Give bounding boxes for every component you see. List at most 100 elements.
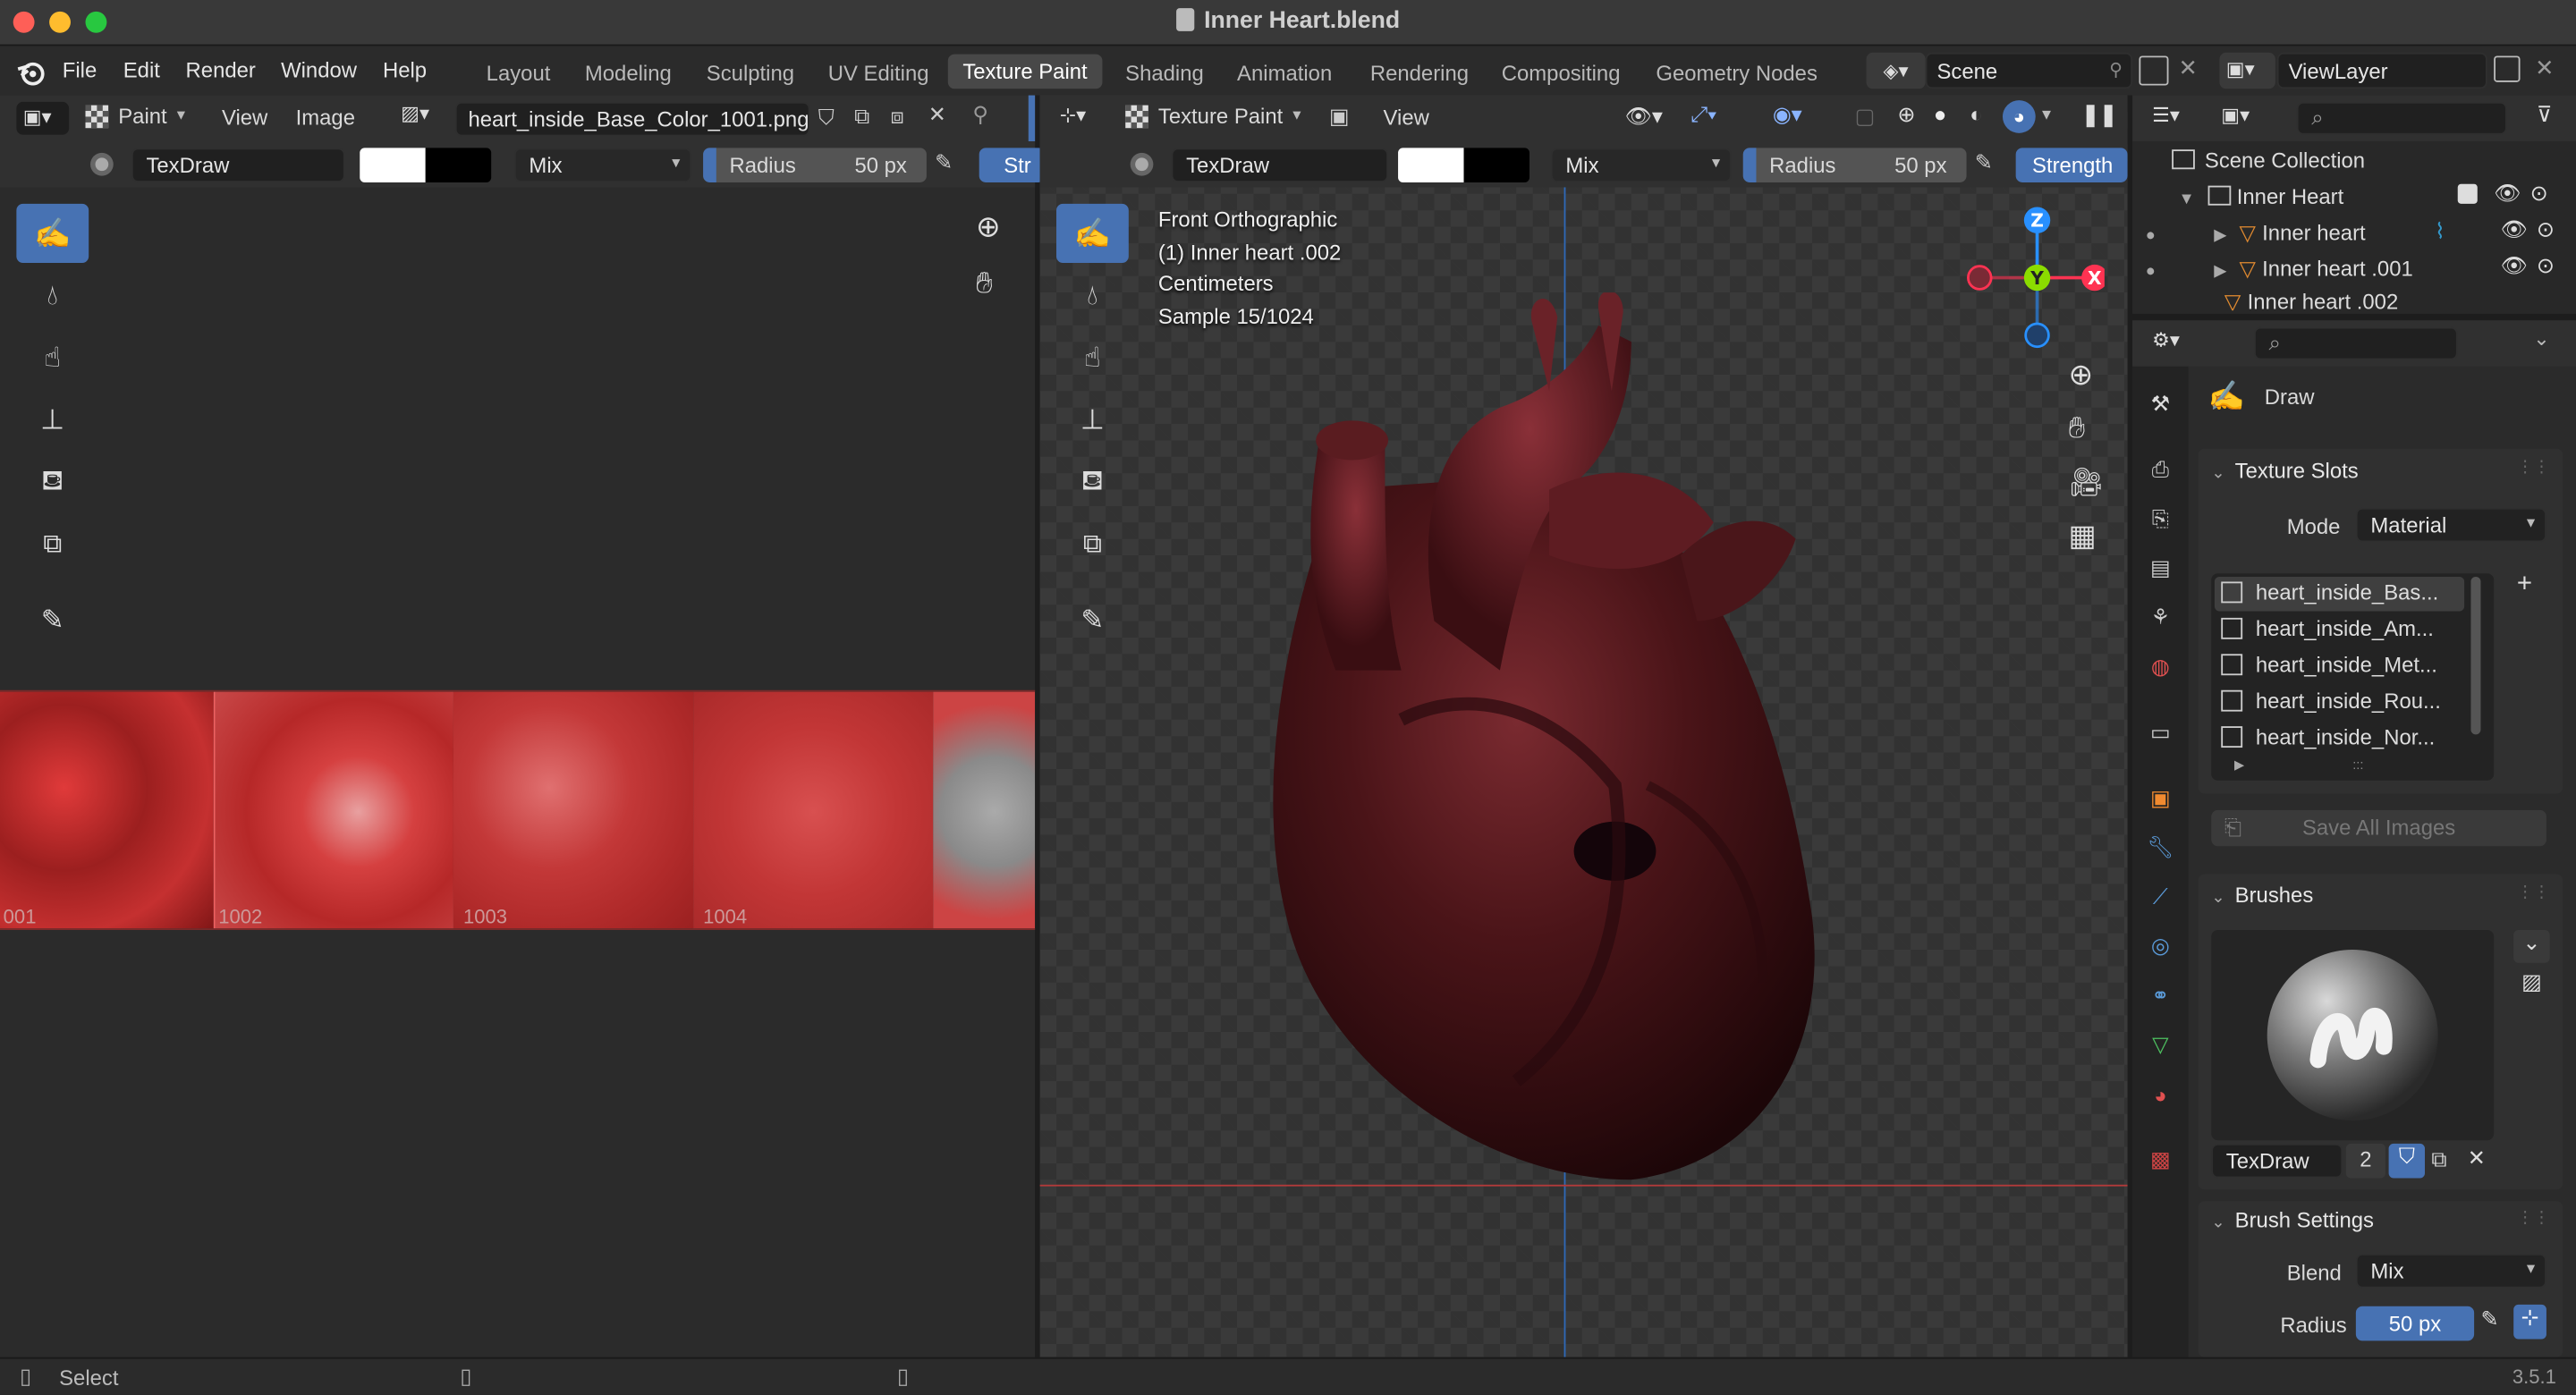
- output-tab-icon[interactable]: ⎘: [2146, 504, 2175, 534]
- ortho-grid-icon[interactable]: ▦: [2068, 520, 2096, 554]
- menu-render[interactable]: Render: [186, 57, 256, 82]
- tab-modeling[interactable]: Modeling: [585, 61, 672, 86]
- outliner-item-inner-heart-001[interactable]: ● ▶ ▽ Inner heart .001 👁︎ ⊙: [2146, 253, 2573, 283]
- tab-animation[interactable]: Animation: [1237, 61, 1332, 86]
- menu-file[interactable]: File: [63, 57, 97, 82]
- texture-slot-item[interactable]: heart_inside_Nor...: [2215, 722, 2442, 757]
- brushes-header[interactable]: ⌄ Brushes: [2211, 883, 2313, 908]
- rendered-shading-icon[interactable]: ◕: [2002, 100, 2036, 133]
- display-mode-button[interactable]: ▣▾: [2221, 104, 2250, 127]
- tab-texture-paint[interactable]: Texture Paint: [947, 54, 1103, 89]
- menu-edit[interactable]: Edit: [123, 57, 160, 82]
- duplicate-brush-icon[interactable]: ⧉: [2431, 1147, 2446, 1173]
- view-layer-name-field[interactable]: ViewLayer: [2276, 52, 2487, 89]
- outliner-item-inner-heart[interactable]: ● ▶ ▽ Inner heart ⌇ 👁︎ ⊙: [2146, 217, 2573, 246]
- blender-logo-icon[interactable]: [16, 59, 46, 90]
- menu-view[interactable]: View: [222, 106, 267, 131]
- brush-user-count[interactable]: 2: [2345, 1143, 2385, 1179]
- menu-view[interactable]: View: [1384, 106, 1429, 131]
- render-tab-icon[interactable]: ⎙: [2146, 455, 2175, 485]
- radius-slider[interactable]: Radius 50 px: [1742, 148, 1967, 182]
- texture-slot-item[interactable]: heart_inside_Am...: [2215, 613, 2440, 647]
- pin-image-icon[interactable]: ⚲: [972, 102, 988, 128]
- editor-type-button[interactable]: ▣▾: [16, 101, 70, 135]
- particles-tab-icon[interactable]: ⟋: [2146, 883, 2175, 912]
- camera-icon[interactable]: ⊙: [2537, 217, 2555, 243]
- browse-image-button[interactable]: ▨▾: [401, 102, 450, 135]
- tab-layout[interactable]: Layout: [487, 61, 551, 86]
- outliner-item-inner-heart-002[interactable]: ▽ Inner heart .002: [2146, 289, 2573, 310]
- menu-image[interactable]: Image: [296, 106, 355, 131]
- eye-icon[interactable]: 👁︎: [2494, 181, 2521, 207]
- mask-tool-button[interactable]: ⧉: [16, 516, 89, 575]
- brush-icon[interactable]: [1125, 148, 1165, 181]
- menu-help[interactable]: Help: [383, 57, 427, 82]
- drag-handle-icon[interactable]: ⋮⋮: [2517, 884, 2550, 902]
- data-tab-icon[interactable]: ▽: [2146, 1030, 2175, 1060]
- scene-collection-row[interactable]: Scene Collection: [2172, 148, 2365, 173]
- modifier-tab-icon[interactable]: 🔧︎: [2146, 833, 2175, 863]
- overlays-icon[interactable]: ◉▾: [1773, 102, 1802, 128]
- material-tab-icon[interactable]: ◕: [2146, 1079, 2175, 1109]
- image-name-field[interactable]: heart_inside_Base_Color_1001.png: [454, 101, 810, 137]
- filter-icon[interactable]: ⊽: [2537, 102, 2552, 128]
- navigation-gizmo[interactable]: Z Y X: [1963, 204, 2105, 351]
- chevron-down-icon[interactable]: ⌄: [2533, 327, 2549, 351]
- delete-scene-icon[interactable]: ✕: [2179, 55, 2199, 82]
- udim-tiles[interactable]: 001 1002 1003 1004: [0, 689, 1036, 930]
- drag-handle-icon[interactable]: ⋮⋮: [2517, 1209, 2550, 1227]
- camera-icon[interactable]: ⊙: [2537, 253, 2555, 279]
- slot-list-scrollbar[interactable]: [2470, 576, 2481, 735]
- drag-handle-icon[interactable]: ⋮⋮: [2517, 459, 2550, 477]
- delete-view-layer-icon[interactable]: ✕: [2535, 55, 2555, 82]
- texture-tab-icon[interactable]: ▩: [2146, 1146, 2175, 1175]
- blend-mode-dropdown[interactable]: Mix ▾: [513, 148, 692, 182]
- paint-mode-dropdown[interactable]: Paint ▾: [85, 104, 185, 128]
- draw-tool-button[interactable]: ✍: [16, 203, 89, 263]
- constraints-tab-icon[interactable]: ⚭: [2146, 981, 2175, 1010]
- tool-tab-icon[interactable]: ⚒: [2146, 389, 2175, 418]
- new-scene-icon[interactable]: [2139, 55, 2169, 86]
- primary-color-swatch[interactable]: [360, 148, 426, 182]
- object-tab-icon[interactable]: ▣: [2146, 783, 2175, 813]
- brush-name-field[interactable]: TexDraw: [1171, 148, 1389, 182]
- editor-type-button[interactable]: ⊹▾: [1060, 104, 1087, 127]
- physics-tab-icon[interactable]: ◎: [2146, 932, 2175, 961]
- tab-rendering[interactable]: Rendering: [1370, 61, 1469, 86]
- strength-slider[interactable]: Strength: [2015, 148, 2128, 182]
- clone-tool-button[interactable]: ⊥: [1056, 391, 1129, 450]
- wireframe-shading-icon[interactable]: ⊕: [1897, 102, 1915, 128]
- new-view-layer-icon[interactable]: [2494, 55, 2521, 82]
- clone-tool-button[interactable]: ⊥: [16, 391, 89, 450]
- editor-type-button[interactable]: ⚙▾: [2152, 328, 2180, 351]
- pressure-pen-icon[interactable]: ✎: [2480, 1306, 2498, 1332]
- strength-slider[interactable]: Str: [979, 148, 1046, 182]
- texture-slot-item[interactable]: heart_inside_Rou...: [2215, 685, 2447, 720]
- expand-arrow-icon[interactable]: ▶: [2234, 757, 2244, 773]
- texture-slot-item[interactable]: heart_inside_Bas...: [2214, 576, 2465, 612]
- brush-name-field[interactable]: TexDraw: [131, 148, 345, 182]
- view-layer-selector-button[interactable]: ▣▾: [2219, 52, 2275, 89]
- secondary-color-swatch[interactable]: [425, 148, 492, 182]
- brush-list-dropdown[interactable]: ⌄: [2513, 929, 2550, 963]
- material-shading-icon[interactable]: ◐: [1970, 102, 1982, 127]
- world-tab-icon[interactable]: ◍: [2146, 652, 2175, 681]
- save-all-images-button[interactable]: ⎗ Save All Images: [2211, 809, 2546, 847]
- pressure-pen-icon[interactable]: ✎: [935, 149, 953, 175]
- add-slot-icon[interactable]: +: [2517, 571, 2532, 600]
- tab-uv-editing[interactable]: UV Editing: [828, 61, 929, 86]
- viewport-mode-dropdown[interactable]: Texture Paint ▾: [1125, 104, 1301, 128]
- radius-unit-toggle[interactable]: ⊹: [2513, 1304, 2546, 1340]
- fill-tool-button[interactable]: ⛾: [1056, 453, 1129, 512]
- brush-preview[interactable]: [2211, 929, 2495, 1141]
- tab-geometry-nodes[interactable]: Geometry Nodes: [1656, 61, 1817, 86]
- menu-window[interactable]: Window: [281, 57, 357, 82]
- eye-icon[interactable]: 👁︎: [2501, 253, 2528, 279]
- view-layer-tab-icon[interactable]: ▤: [2146, 554, 2175, 583]
- tab-compositing[interactable]: Compositing: [1502, 61, 1621, 86]
- brush-icon[interactable]: [86, 148, 125, 181]
- pause-render-icon[interactable]: ❚❚: [2081, 102, 2117, 128]
- brush-radius-slider[interactable]: 50 px: [2355, 1306, 2475, 1341]
- zoom-icon[interactable]: ⊕: [976, 210, 1001, 245]
- soften-tool-button[interactable]: 💧︎: [16, 266, 89, 326]
